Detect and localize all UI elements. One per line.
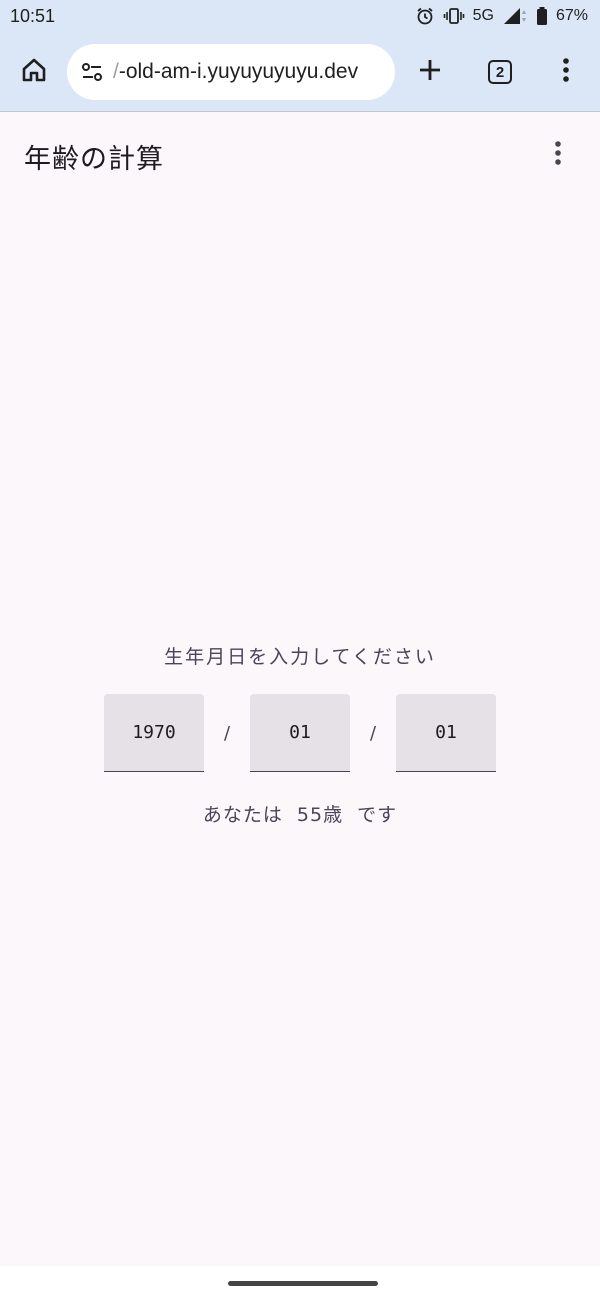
- status-icons: 5G 67%: [415, 6, 588, 26]
- gesture-handle[interactable]: [228, 1281, 378, 1286]
- browser-toolbar: /-old-am-i.yuyuyuyuyu.dev 2: [0, 32, 600, 112]
- tabs-icon: 2: [488, 60, 512, 84]
- age-calculator: 生年月日を入力してください 1970 / 01 / 01 あなたは 55歳 です: [0, 630, 600, 827]
- date-separator: /: [223, 722, 231, 744]
- age-value: 55歳: [296, 804, 344, 826]
- network-label: 5G: [472, 7, 494, 24]
- signal-icon: [502, 6, 528, 26]
- home-icon: [20, 56, 48, 88]
- app-menu-button[interactable]: [536, 133, 580, 177]
- app-bar: 年齢の計算: [0, 113, 600, 199]
- day-field[interactable]: 01: [396, 694, 496, 772]
- more-vert-icon: [562, 57, 570, 87]
- battery-level: 67%: [555, 7, 588, 24]
- status-bar: 10:51 5G 67%: [0, 0, 600, 32]
- address-bar[interactable]: /-old-am-i.yuyuyuyuyu.dev: [67, 44, 395, 100]
- battery-icon: [536, 6, 548, 26]
- more-vert-icon: [554, 140, 562, 170]
- date-separator: /: [369, 722, 377, 744]
- month-field[interactable]: 01: [250, 694, 350, 772]
- year-field[interactable]: 1970: [104, 694, 204, 772]
- url-host: -old-am-i.yuyuyuyuyu.dev: [118, 60, 359, 83]
- site-settings-icon[interactable]: [79, 59, 105, 85]
- url-text: /-old-am-i.yuyuyuyuyu.dev: [113, 60, 358, 84]
- birthdate-prompt: 生年月日を入力してください: [164, 646, 436, 668]
- status-time: 10:51: [10, 5, 56, 26]
- result-prefix: あなたは: [202, 804, 283, 826]
- tab-count: 2: [495, 63, 505, 81]
- tab-switcher-button[interactable]: 2: [478, 50, 522, 94]
- birthdate-inputs: 1970 / 01 / 01: [104, 694, 496, 772]
- new-tab-button[interactable]: [408, 50, 452, 94]
- home-button[interactable]: [12, 50, 56, 94]
- plus-icon: [417, 57, 443, 87]
- age-result: あなたは 55歳 です: [203, 800, 397, 827]
- vibrate-icon: [443, 6, 465, 26]
- result-suffix: です: [357, 804, 398, 826]
- browser-menu-button[interactable]: [544, 50, 588, 94]
- page-title: 年齢の計算: [24, 143, 164, 175]
- alarm-icon: [415, 6, 435, 26]
